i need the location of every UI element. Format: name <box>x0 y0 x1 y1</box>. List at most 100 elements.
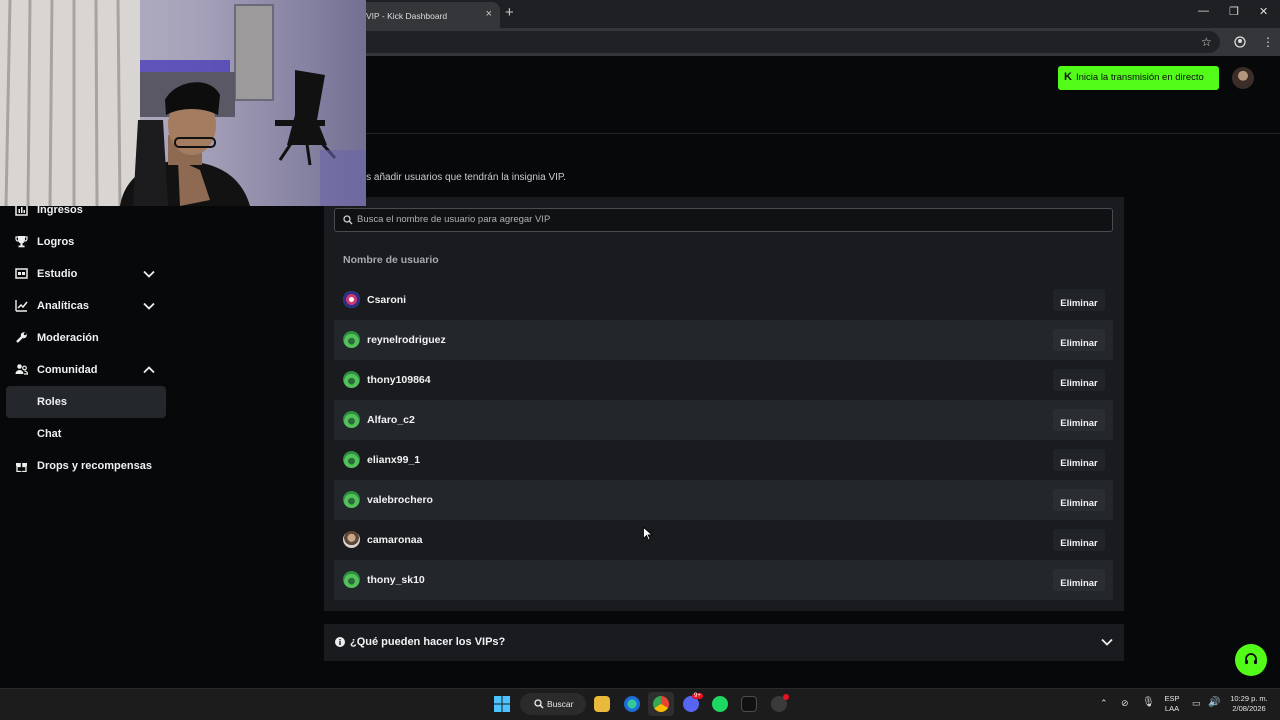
avatar <box>343 331 360 348</box>
vip-username: Alfaro_c2 <box>367 414 415 426</box>
mouse-cursor <box>643 527 653 541</box>
browser-menu-icon[interactable]: ⋮ <box>1262 35 1274 49</box>
page-description: des añadir usuarios que tendrán la insig… <box>355 172 567 183</box>
volume-icon[interactable]: 🔊 <box>1208 697 1220 708</box>
user-avatar[interactable] <box>1232 67 1254 89</box>
windows-taskbar <box>0 688 1280 720</box>
vip-row: elianx99_1 Eliminar <box>334 440 1113 480</box>
sidebar-item-label: Moderación <box>37 332 99 344</box>
remove-vip-button[interactable]: Eliminar <box>1053 409 1105 431</box>
display-icon[interactable]: ▭ <box>1192 698 1201 709</box>
file-explorer-icon[interactable] <box>594 696 610 712</box>
windows-start-icon[interactable] <box>494 696 510 712</box>
new-tab-button[interactable]: + <box>505 5 514 20</box>
address-bar[interactable] <box>340 31 1220 53</box>
sidebar-item-label: Roles <box>37 396 67 408</box>
sidebar-item-logros[interactable]: Logros <box>6 226 166 258</box>
chrome-icon[interactable] <box>653 696 669 712</box>
webcam-overlay <box>0 0 366 206</box>
taskbar-search-label: Buscar <box>547 699 574 709</box>
chevron-down-icon[interactable] <box>1100 635 1114 649</box>
profile-icon[interactable] <box>1234 36 1246 48</box>
support-button[interactable] <box>1235 644 1267 676</box>
remove-vip-button[interactable]: Eliminar <box>1053 449 1105 471</box>
search-icon <box>534 699 544 709</box>
remove-vip-button[interactable]: Eliminar <box>1053 489 1105 511</box>
remove-vip-button[interactable]: Eliminar <box>1053 369 1105 391</box>
notification-dot <box>783 694 789 700</box>
wrench-icon <box>16 332 27 343</box>
chevron-up-icon[interactable] <box>142 363 156 377</box>
vip-row: thony109864 Eliminar <box>334 360 1113 400</box>
spotify-icon[interactable] <box>712 696 728 712</box>
sidebar-item-label: Chat <box>37 428 62 440</box>
microphone-icon[interactable]: 🎙 <box>1142 697 1155 708</box>
avatar <box>343 291 360 308</box>
close-window-button[interactable]: ✕ <box>1259 5 1268 18</box>
avatar <box>343 491 360 508</box>
language-indicator[interactable]: ESP LAA <box>1162 694 1182 714</box>
sidebar-item-analiticas[interactable]: Analíticas <box>6 290 166 322</box>
keyboard-layout: LAA <box>1164 704 1180 713</box>
remove-vip-button[interactable]: Eliminar <box>1053 329 1105 351</box>
go-live-label: Inicia la transmisión en directo <box>1076 72 1204 83</box>
vip-row: reynelrodriguez Eliminar <box>334 320 1113 360</box>
vip-row: Csaroni Eliminar <box>334 280 1113 320</box>
clock-date: 2/08/2026 <box>1232 704 1266 713</box>
info-icon <box>335 637 345 647</box>
vip-faq-accordion[interactable]: ¿Qué pueden hacer los VIPs? <box>324 624 1124 661</box>
avatar <box>343 571 360 588</box>
vip-username: elianx99_1 <box>367 454 421 466</box>
edge-icon[interactable] <box>624 696 640 712</box>
search-icon <box>343 215 353 225</box>
avatar <box>343 531 360 548</box>
sidebar-item-moderacion[interactable]: Moderación <box>6 322 166 354</box>
language-code: ESP <box>1164 694 1180 703</box>
remove-vip-button[interactable]: Eliminar <box>1053 289 1105 311</box>
vip-username: thony_sk10 <box>367 574 425 586</box>
avatar <box>343 451 360 468</box>
community-icon <box>15 364 28 375</box>
vip-row: thony_sk10 Eliminar <box>334 560 1113 600</box>
chevron-down-icon[interactable] <box>142 267 156 281</box>
taskbar-search[interactable]: Buscar <box>520 693 586 715</box>
maximize-button[interactable]: ❐ <box>1229 5 1239 18</box>
bookmark-star-icon[interactable]: ☆ <box>1201 35 1212 49</box>
sidebar-item-roles[interactable]: Roles <box>6 386 166 418</box>
headset-icon <box>1245 653 1257 664</box>
vip-row: valebrochero Eliminar <box>334 480 1113 520</box>
sidebar-item-estudio[interactable]: Estudio <box>6 258 166 290</box>
remove-vip-button[interactable]: Eliminar <box>1053 569 1105 591</box>
avatar <box>343 411 360 428</box>
tab-title: VIP - Kick Dashboard <box>366 11 448 21</box>
network-icon[interactable]: ⊘ <box>1121 698 1129 709</box>
sidebar-item-comunidad[interactable]: Comunidad <box>6 354 166 386</box>
vip-username: Csaroni <box>367 294 407 306</box>
sidebar-item-chat[interactable]: Chat <box>6 418 166 450</box>
vip-username: valebrochero <box>367 494 433 506</box>
webcam-feed-image <box>0 0 366 206</box>
sidebar-item-label: Comunidad <box>37 364 98 376</box>
clock[interactable]: 10:29 p. m. 2/08/2026 <box>1226 694 1272 714</box>
trophy-icon <box>15 236 28 248</box>
vip-username: reynelrodriguez <box>367 334 446 346</box>
vip-search-box[interactable] <box>334 208 1113 232</box>
vip-search-input[interactable] <box>357 214 1097 225</box>
minimize-button[interactable]: — <box>1198 5 1209 17</box>
discord-notification-badge: 9+ <box>692 693 703 699</box>
sidebar-item-label: Analíticas <box>37 300 89 312</box>
vip-username: camaronaa <box>367 534 423 546</box>
tray-chevron-up-icon[interactable]: ⌃ <box>1100 698 1108 709</box>
tab-close-icon[interactable]: × <box>486 8 492 20</box>
vip-row: Alfaro_c2 Eliminar <box>334 400 1113 440</box>
browser-tab[interactable]: VIP - Kick Dashboard × <box>352 2 500 28</box>
kick-logo-icon: K <box>1064 71 1072 83</box>
go-live-button[interactable]: K Inicia la transmisión en directo <box>1058 66 1219 90</box>
remove-vip-button[interactable]: Eliminar <box>1053 529 1105 551</box>
sidebar-item-drops[interactable]: Drops y recompensas <box>6 450 166 482</box>
obs-app-icon[interactable] <box>741 696 757 712</box>
chevron-down-icon[interactable] <box>142 299 156 313</box>
username-column-header: Nombre de usuario <box>343 254 439 266</box>
clock-time: 10:29 p. m. <box>1230 694 1268 703</box>
avatar <box>343 371 360 388</box>
